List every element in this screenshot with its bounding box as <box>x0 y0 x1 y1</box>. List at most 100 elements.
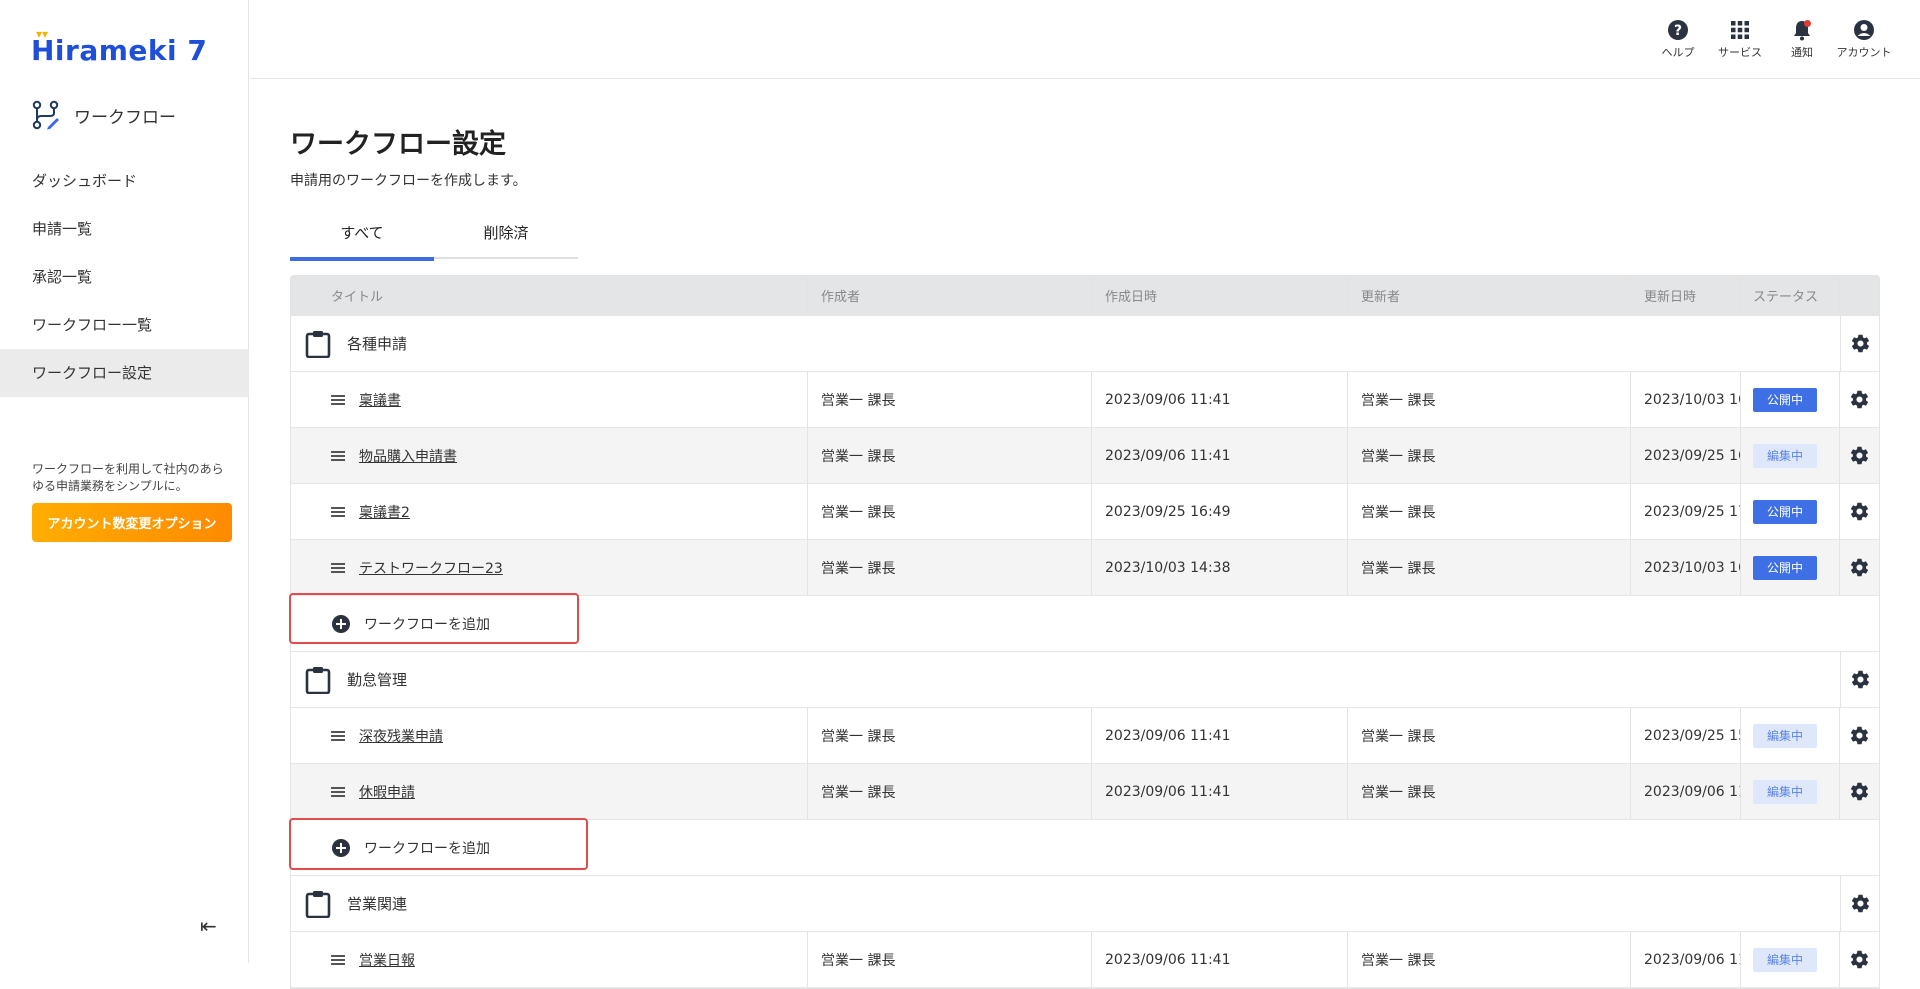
drag-handle-icon[interactable] <box>331 562 345 573</box>
workflow-title-link[interactable]: 稟議書2 <box>359 502 410 522</box>
updater-cell: 営業一 課長 <box>1348 764 1631 819</box>
row-settings-button[interactable] <box>1840 764 1879 819</box>
drag-handle-icon[interactable] <box>331 450 345 461</box>
tab-deleted[interactable]: 削除済 <box>434 207 578 259</box>
account-option-button[interactable]: アカウント数変更オプション <box>32 503 232 542</box>
creator-cell: 営業一 課長 <box>808 372 1092 427</box>
status-cell: 編集中 <box>1741 708 1840 763</box>
gear-icon <box>1850 390 1869 409</box>
created-cell: 2023/09/06 11:41 <box>1092 372 1348 427</box>
table-row: 休暇申請 営業一 課長 2023/09/06 11:41 営業一 課長 2023/09/… <box>291 764 1879 820</box>
tabs: すべて 削除済 <box>290 207 578 261</box>
workflow-title-link[interactable]: 稟議書 <box>359 390 401 410</box>
promo-text: ワークフローを利用して社内のあらゆる申請業務をシンプルに。 <box>32 462 224 493</box>
status-cell: 編集中 <box>1741 428 1840 483</box>
workflow-title-link[interactable]: 深夜残業申請 <box>359 726 443 746</box>
notifications-button[interactable]: 通知 <box>1780 19 1824 60</box>
title-cell: 休暇申請 <box>291 764 808 819</box>
updater-cell: 営業一 課長 <box>1348 428 1631 483</box>
workflow-title-link[interactable]: 営業日報 <box>359 950 415 970</box>
table-row: 営業日報 営業一 課長 2023/09/06 11:41 営業一 課長 2023/09/… <box>291 932 1879 988</box>
title-cell: テストワークフロー23 <box>291 540 808 595</box>
group-row: 各種申請 <box>291 316 1879 372</box>
updater-cell: 営業一 課長 <box>1348 932 1631 987</box>
gear-icon <box>1850 502 1869 521</box>
updated-cell: 2023/09/25 17 <box>1631 484 1741 539</box>
collapse-sidebar-icon[interactable]: ⇤ <box>200 914 217 938</box>
help-button[interactable]: ? ヘルプ <box>1656 19 1700 60</box>
status-cell: 編集中 <box>1741 764 1840 819</box>
drag-handle-icon[interactable] <box>331 506 345 517</box>
highlight-add-2 <box>289 818 588 870</box>
crown-icon: ▾▾ <box>36 27 49 41</box>
table-row: テストワークフロー23 営業一 課長 2023/10/03 14:38 営業一 課長 2… <box>291 540 1879 596</box>
clipboard-icon <box>305 890 331 918</box>
workflow-title-link[interactable]: テストワークフロー23 <box>359 558 503 578</box>
gear-icon <box>1850 950 1869 969</box>
account-button[interactable]: アカウント <box>1837 19 1892 60</box>
module-switcher[interactable]: ワークフロー <box>32 100 176 130</box>
updater-cell: 営業一 課長 <box>1348 708 1631 763</box>
row-settings-button[interactable] <box>1840 484 1879 539</box>
creator-cell: 営業一 課長 <box>808 932 1092 987</box>
group-row: 勤怠管理 <box>291 652 1879 708</box>
status-badge: 編集中 <box>1753 443 1817 468</box>
sidebar-item-dashboard[interactable]: ダッシュボード <box>0 157 249 205</box>
header-status[interactable]: ステータス <box>1741 276 1840 315</box>
page-description: 申請用のワークフローを作成します。 <box>290 173 527 189</box>
sidebar-item-workflow-list[interactable]: ワークフロー一覧 <box>0 301 249 349</box>
gear-icon <box>1850 782 1869 801</box>
clipboard-icon <box>305 666 331 694</box>
created-cell: 2023/10/03 14:38 <box>1092 540 1348 595</box>
table-row: 稟議書 営業一 課長 2023/09/06 11:41 営業一 課長 2023/10/0… <box>291 372 1879 428</box>
drag-handle-icon[interactable] <box>331 394 345 405</box>
status-badge: 公開中 <box>1753 499 1817 524</box>
title-cell: 営業日報 <box>291 932 808 987</box>
highlight-add-1 <box>289 593 579 644</box>
row-settings-button[interactable] <box>1840 428 1879 483</box>
header-updater[interactable]: 更新者 <box>1348 276 1631 315</box>
services-button[interactable]: サービス <box>1718 19 1762 60</box>
header-updated[interactable]: 更新日時 <box>1631 276 1741 315</box>
services-label: サービス <box>1718 46 1762 59</box>
title-cell: 物品購入申請書 <box>291 428 808 483</box>
grid-icon <box>1731 21 1749 39</box>
bell-icon <box>1794 20 1811 41</box>
row-settings-button[interactable] <box>1840 372 1879 427</box>
help-icon: ? <box>1668 20 1688 40</box>
sidebar: ▾▾ Hirameki 7 ワークフロー ダッシュボード 申請一覧 承認一覧 ワ… <box>0 0 249 963</box>
row-settings-button[interactable] <box>1840 540 1879 595</box>
tab-all[interactable]: すべて <box>290 207 434 261</box>
creator-cell: 営業一 課長 <box>808 428 1092 483</box>
group-settings-button[interactable] <box>1840 876 1879 931</box>
app-logo[interactable]: ▾▾ Hirameki 7 <box>31 27 207 70</box>
workflow-title-link[interactable]: 物品購入申請書 <box>359 446 457 466</box>
table-row: 稟議書2 営業一 課長 2023/09/25 16:49 営業一 課長 2023/09/… <box>291 484 1879 540</box>
page-title: ワークフロー設定 <box>290 129 506 160</box>
sidebar-item-workflow-settings[interactable]: ワークフロー設定 <box>0 349 249 397</box>
row-settings-button[interactable] <box>1840 932 1879 987</box>
drag-handle-icon[interactable] <box>331 954 345 965</box>
sidebar-item-approvals[interactable]: 承認一覧 <box>0 253 249 301</box>
drag-handle-icon[interactable] <box>331 730 345 741</box>
sidebar-item-applications[interactable]: 申請一覧 <box>0 205 249 253</box>
header-created[interactable]: 作成日時 <box>1092 276 1348 315</box>
group-settings-button[interactable] <box>1840 652 1879 707</box>
workflow-title-link[interactable]: 休暇申請 <box>359 782 415 802</box>
created-cell: 2023/09/06 11:41 <box>1092 428 1348 483</box>
status-badge: 編集中 <box>1753 779 1817 804</box>
updated-cell: 2023/09/06 11 <box>1631 764 1741 819</box>
row-settings-button[interactable] <box>1840 708 1879 763</box>
drag-handle-icon[interactable] <box>331 786 345 797</box>
group-name: 各種申請 <box>347 335 408 353</box>
header-creator[interactable]: 作成者 <box>808 276 1092 315</box>
status-badge: 公開中 <box>1753 387 1817 412</box>
group-settings-button[interactable] <box>1840 316 1879 371</box>
status-badge: 編集中 <box>1753 947 1817 972</box>
header-title[interactable]: タイトル <box>291 276 808 315</box>
gear-icon <box>1851 670 1869 689</box>
updated-cell: 2023/09/25 16 <box>1631 428 1741 483</box>
notifications-label: 通知 <box>1791 46 1813 59</box>
help-label: ヘルプ <box>1661 46 1695 59</box>
created-cell: 2023/09/06 11:41 <box>1092 708 1348 763</box>
